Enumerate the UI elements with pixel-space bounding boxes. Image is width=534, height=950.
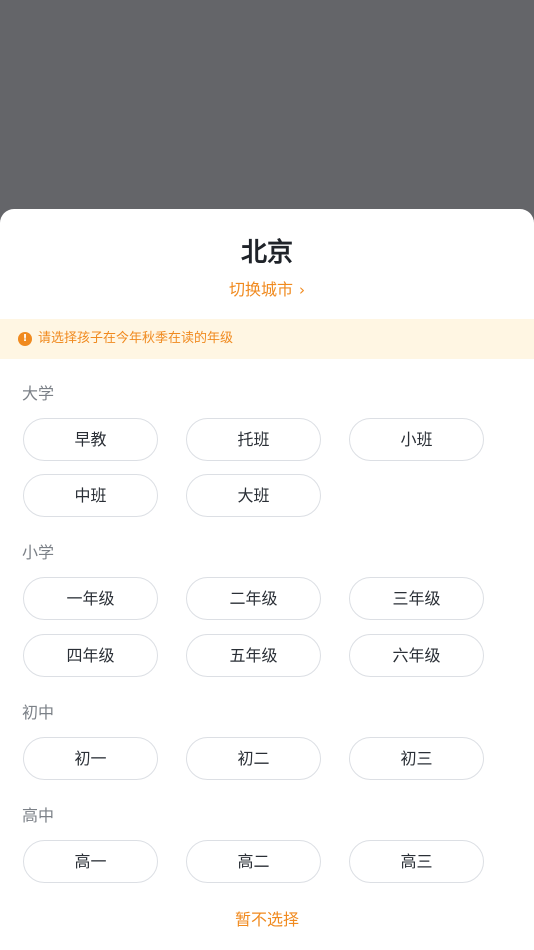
grade-option[interactable]: 五年级 — [186, 634, 321, 677]
section-label-senior-high: 高中 — [22, 806, 55, 825]
grade-option[interactable]: 高三 — [349, 840, 484, 883]
section-label-junior-high: 初中 — [22, 703, 55, 722]
grade-option[interactable]: 初一 — [23, 737, 158, 780]
skip-selection-button[interactable]: 暂不选择 — [0, 909, 534, 931]
grade-option[interactable]: 六年级 — [349, 634, 484, 677]
city-title: 北京 — [240, 238, 293, 268]
grade-option[interactable]: 一年级 — [23, 577, 158, 620]
grade-option[interactable]: 四年级 — [23, 634, 158, 677]
section-label-preschool: 大学 — [22, 384, 55, 403]
grade-option[interactable]: 高一 — [23, 840, 158, 883]
grade-option[interactable]: 高二 — [186, 840, 321, 883]
alert-circle-icon: ! — [18, 332, 32, 346]
switch-city-link[interactable]: 切换城市 › — [0, 279, 534, 301]
grade-option[interactable]: 大班 — [186, 474, 321, 517]
grade-option[interactable]: 二年级 — [186, 577, 321, 620]
chevron-right-icon: › — [299, 281, 305, 299]
grade-option[interactable]: 初二 — [186, 737, 321, 780]
grade-option[interactable]: 中班 — [23, 474, 158, 517]
grade-option[interactable]: 早教 — [23, 418, 158, 461]
switch-city-label: 切换城市 — [228, 280, 293, 299]
grade-option[interactable]: 小班 — [349, 418, 484, 461]
grade-option[interactable]: 初三 — [349, 737, 484, 780]
grade-picker-sheet: 北京 切换城市 › ! 请选择孩子在今年秋季在读的年级 大学 早教 托班 小班 中… — [0, 209, 534, 950]
section-label-primary: 小学 — [22, 543, 55, 562]
notice-text: 请选择孩子在今年秋季在读的年级 — [38, 331, 234, 346]
grade-option[interactable]: 托班 — [186, 418, 321, 461]
grade-option[interactable]: 三年级 — [349, 577, 484, 620]
notice-banner: ! 请选择孩子在今年秋季在读的年级 — [0, 319, 534, 359]
